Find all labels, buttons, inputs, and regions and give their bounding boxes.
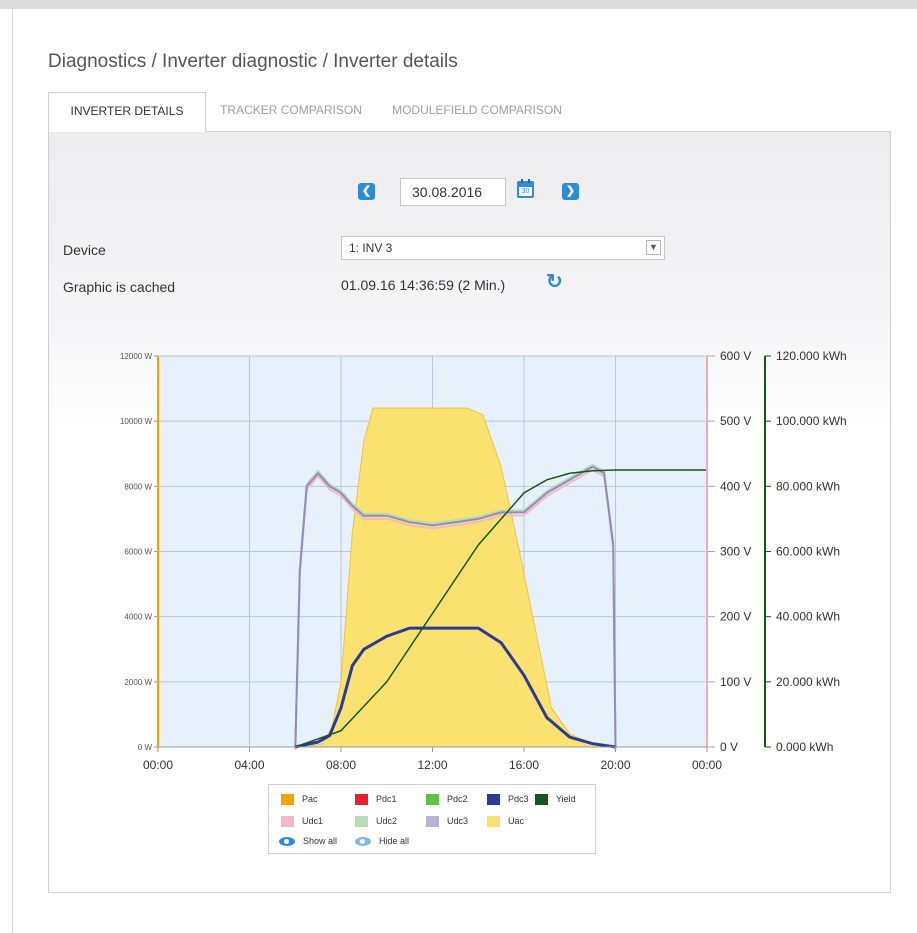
legend-swatch-yield bbox=[535, 794, 548, 806]
eye-hidden-icon bbox=[355, 837, 371, 847]
legend-item-pac[interactable]: Pac bbox=[281, 793, 318, 806]
legend-swatch-udc1 bbox=[281, 816, 294, 828]
legend-swatch-pdc3 bbox=[487, 794, 500, 806]
legend-item-pdc3[interactable]: Pdc3 bbox=[487, 793, 529, 806]
breadcrumb: Diagnostics / Inverter diagnostic / Inve… bbox=[48, 51, 458, 72]
legend-item-yield[interactable]: Yield bbox=[535, 793, 576, 806]
legend-swatch-pdc2 bbox=[426, 794, 439, 806]
legend-swatch-udc3 bbox=[426, 816, 439, 828]
tab-modulefield-comparison[interactable]: MODULEFIELD COMPARISON bbox=[378, 92, 576, 132]
legend-swatch-pdc1 bbox=[355, 794, 368, 806]
chevron-down-icon[interactable]: ▼ bbox=[646, 240, 661, 255]
legend-swatch-udc2 bbox=[355, 816, 368, 828]
tab-inverter-details[interactable]: INVERTER DETAILS bbox=[48, 92, 206, 132]
legend-item-pdc1[interactable]: Pdc1 bbox=[355, 793, 397, 806]
calendar-icon[interactable]: 30 bbox=[517, 179, 534, 198]
eye-icon bbox=[279, 837, 295, 847]
legend-item-udc2[interactable]: Udc2 bbox=[355, 815, 397, 828]
legend-item-pdc2[interactable]: Pdc2 bbox=[426, 793, 468, 806]
legend-item-udc1[interactable]: Udc1 bbox=[281, 815, 323, 828]
legend-item-udc3[interactable]: Udc3 bbox=[426, 815, 468, 828]
device-label: Device bbox=[63, 242, 106, 258]
tab-bar: INVERTER DETAILS TRACKER COMPARISON MODU… bbox=[48, 92, 892, 132]
cache-timestamp: 01.09.16 14:36:59 (2 Min.) bbox=[341, 277, 506, 293]
show-all-button[interactable]: Show all bbox=[279, 835, 337, 848]
left-divider bbox=[12, 9, 13, 933]
hide-all-button[interactable]: Hide all bbox=[355, 835, 409, 848]
top-bar bbox=[0, 0, 917, 9]
legend-swatch-uac bbox=[487, 816, 500, 828]
legend-item-uac[interactable]: Uac bbox=[487, 815, 524, 828]
chart-legend: Pac Pdc1 Pdc2 Pdc3 Yield Udc1 Udc2 Udc3 … bbox=[268, 784, 596, 854]
calendar-day: 30 bbox=[519, 187, 532, 196]
device-selected-value: 1: INV 3 bbox=[349, 241, 393, 255]
cache-label: Graphic is cached bbox=[63, 279, 176, 295]
tab-tracker-comparison[interactable]: TRACKER COMPARISON bbox=[206, 92, 376, 132]
chevron-right-icon[interactable]: ❯ bbox=[562, 183, 579, 200]
date-input[interactable]: 30.08.2016 bbox=[400, 178, 506, 206]
device-select[interactable]: 1: INV 3 ▼ bbox=[341, 236, 665, 260]
legend-swatch-pac bbox=[281, 794, 294, 806]
refresh-icon[interactable]: ↻ bbox=[546, 272, 563, 292]
chevron-left-icon[interactable]: ❮ bbox=[358, 183, 375, 200]
